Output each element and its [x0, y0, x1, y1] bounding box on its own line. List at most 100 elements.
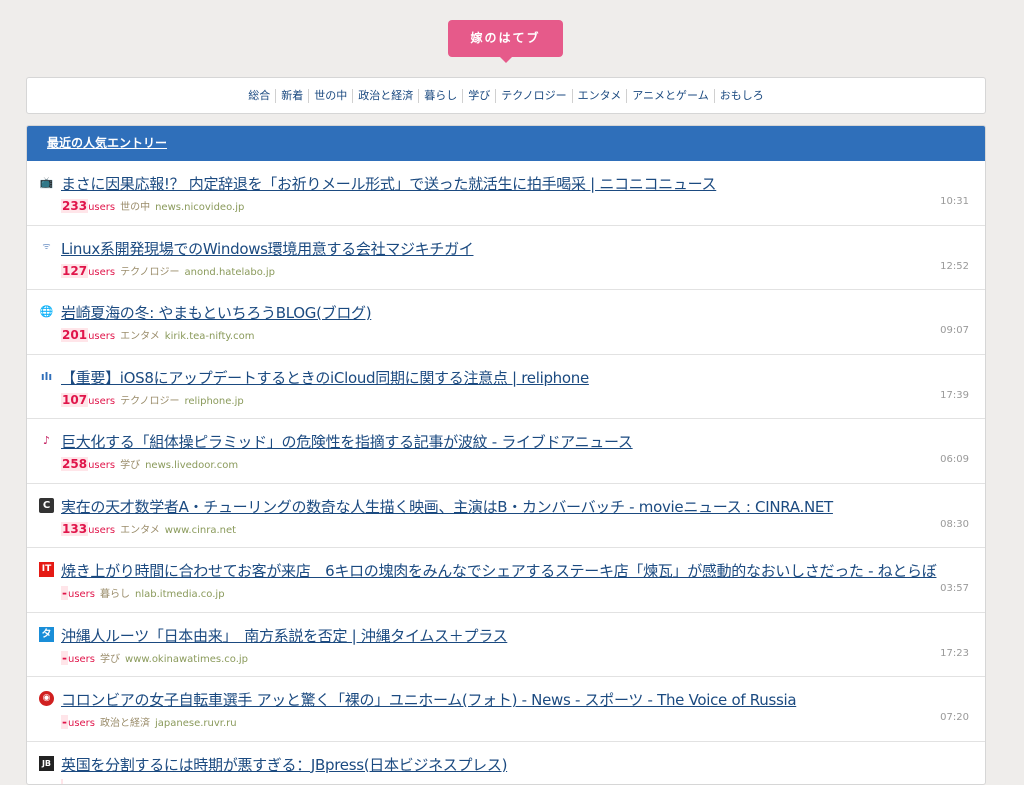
users-count[interactable]: -	[61, 586, 68, 600]
bookmark-users[interactable]: -users	[61, 715, 95, 729]
okinawa-times-icon: タ	[39, 627, 54, 642]
entry-meta: 258users 学び news.livedoor.com	[61, 456, 238, 471]
entry-category[interactable]: 学び	[100, 650, 120, 665]
entry-meta: 107users テクノロジー reliphone.jp	[61, 392, 244, 407]
users-count[interactable]: -	[61, 651, 68, 665]
entry-domain[interactable]: news.nicovideo.jp	[155, 202, 244, 213]
entry-title-link[interactable]: 実在の天才数学者A・チューリングの数奇な人生描く映画、主演はB・カンバーバッチ …	[61, 496, 945, 517]
entry-time: 12:52	[940, 261, 969, 272]
entry-meta: -users 政治と経済 japanese.ruvr.ru	[61, 714, 237, 729]
users-count[interactable]: 133	[61, 522, 88, 536]
users-count[interactable]: 233	[61, 199, 88, 213]
users-count[interactable]: 201	[61, 328, 88, 342]
panel-title[interactable]: 最近の人気エントリー	[47, 136, 167, 150]
popular-entries-panel: 最近の人気エントリー 📺 まさに因果応報!？ 内定辞退を「お祈りメール形式」で送っ…	[26, 125, 986, 785]
entry-domain[interactable]: www.cinra.net	[165, 525, 236, 536]
users-count[interactable]: 107	[61, 393, 88, 407]
entry-category[interactable]: 政治と経済	[100, 714, 150, 729]
entry-title-link[interactable]: 【重要】iOS8にアップデートするときのiCloud同期に関する注意点 | re…	[61, 367, 945, 388]
entry-title-link[interactable]: コロンビアの女子自転車選手 アッと驚く「裸の」ユニホーム(フォト) - News…	[61, 689, 945, 710]
entry-row: IT焼き上がり時間に合わせてお客が来店 6キロの塊肉をみんなでシェアするステーキ…	[27, 548, 985, 613]
bookmark-users[interactable]: 258users	[61, 457, 115, 471]
users-label: users	[68, 654, 95, 665]
category-nav: 総合新着世の中政治と経済暮らし学びテクノロジーエンタメアニメとゲームおもしろ	[26, 77, 986, 114]
nav-item[interactable]: 世の中	[308, 89, 352, 103]
entry-time: 10:31	[940, 196, 969, 207]
voice-of-russia-icon: ◉	[39, 691, 54, 706]
nav-item[interactable]: テクノロジー	[495, 89, 571, 103]
entry-list: 📺 まさに因果応報!？ 内定辞退を「お祈りメール形式」で送った就活生に拍手喝采 |…	[27, 161, 985, 785]
bookmark-users[interactable]	[61, 779, 63, 785]
entry-meta: 127users テクノロジー anond.hatelabo.jp	[61, 263, 275, 278]
bookmark-users[interactable]: 127users	[61, 264, 115, 278]
nav-item[interactable]: 暮らし	[418, 89, 462, 103]
entry-meta: 233users 世の中 news.nicovideo.jp	[61, 198, 244, 213]
panel-header: 最近の人気エントリー	[27, 126, 985, 161]
nav-item[interactable]: アニメとゲーム	[626, 89, 713, 103]
entry-row: C実在の天才数学者A・チューリングの数奇な人生描く映画、主演はB・カンバーバッチ…	[27, 484, 985, 549]
entry-title-link[interactable]: まさに因果応報!？ 内定辞退を「お祈りメール形式」で送った就活生に拍手喝采 | …	[61, 173, 945, 194]
globe-icon: 🌐	[39, 304, 54, 319]
users-count[interactable]: 258	[61, 457, 88, 471]
nav-item[interactable]: エンタメ	[572, 89, 627, 103]
jbpress-icon: JB	[39, 756, 54, 771]
entry-row: ◉ コロンビアの女子自転車選手 アッと驚く「裸の」ユニホーム(フォト) - New…	[27, 677, 985, 742]
entry-row: 🌐 岩崎夏海の冬: やまもといちろうBLOG(ブログ) 201users エンタメ ki…	[27, 290, 985, 355]
entry-title-link[interactable]: 岩崎夏海の冬: やまもといちろうBLOG(ブログ)	[61, 302, 945, 323]
entry-domain[interactable]: news.livedoor.com	[145, 460, 238, 471]
users-label: users	[88, 396, 115, 407]
bookmark-users[interactable]: 133users	[61, 522, 115, 536]
entry-category[interactable]: エンタメ	[120, 327, 160, 342]
entry-domain[interactable]: nlab.itmedia.co.jp	[135, 589, 225, 600]
tv-icon: 📺	[39, 175, 54, 190]
users-label: users	[68, 589, 95, 600]
entry-time: 17:23	[940, 648, 969, 659]
bookmark-users[interactable]: 107users	[61, 393, 115, 407]
entry-category[interactable]: テクノロジー	[120, 263, 179, 278]
entry-category[interactable]: テクノロジー	[120, 392, 179, 407]
entry-category[interactable]: 学び	[120, 456, 140, 471]
entry-time: 09:07	[940, 325, 969, 336]
music-note-icon: ♪	[39, 433, 54, 448]
site-logo-text[interactable]: 嫁のはてブ	[448, 20, 563, 57]
entry-time: 08:30	[940, 519, 969, 530]
entry-title-link[interactable]: 巨大化する「組体操ピラミッド」の危険性を指摘する記事が波紋 - ライブドアニュー…	[61, 431, 945, 452]
nav-item[interactable]: おもしろ	[714, 89, 769, 103]
entry-title-link[interactable]: Linux系開発現場でのWindows環境用意する会社マジキチガイ	[61, 238, 945, 259]
entry-title-link[interactable]: 沖縄人ルーツ「日本由来」 南方系説を否定 | 沖縄タイムス＋プラス	[61, 625, 945, 646]
site-logo[interactable]: 嫁のはてブ	[448, 20, 563, 57]
users-count[interactable]: 127	[61, 264, 88, 278]
entry-row: JB 英国を分割するには時期が悪すぎる：JBpress(日本ビジネスプレス)	[27, 742, 985, 785]
nav-item[interactable]: 総合	[243, 89, 275, 103]
waveform-icon: ılı	[39, 369, 54, 384]
users-label: users	[88, 525, 115, 536]
users-label: users	[68, 718, 95, 729]
nav-item[interactable]: 政治と経済	[352, 89, 418, 103]
entry-category[interactable]: 世の中	[120, 198, 150, 213]
entry-title-link[interactable]: 英国を分割するには時期が悪すぎる：JBpress(日本ビジネスプレス)	[61, 754, 945, 775]
entry-category[interactable]: 暮らし	[100, 585, 130, 600]
entry-meta: -users 学び www.okinawatimes.co.jp	[61, 650, 248, 665]
entry-meta: 201users エンタメ kirik.tea-nifty.com	[61, 327, 254, 342]
entry-domain[interactable]: japanese.ruvr.ru	[155, 718, 237, 729]
nav-item[interactable]: 学び	[462, 89, 495, 103]
entry-meta: -users 暮らし nlab.itmedia.co.jp	[61, 585, 225, 600]
entry-domain[interactable]: www.okinawatimes.co.jp	[125, 654, 248, 665]
entry-title-link[interactable]: 焼き上がり時間に合わせてお客が来店 6キロの塊肉をみんなでシェアするステーキ店「…	[61, 560, 945, 581]
bookmark-users[interactable]: -users	[61, 651, 95, 665]
bookmark-users[interactable]: -users	[61, 586, 95, 600]
users-label: users	[88, 460, 115, 471]
entry-domain[interactable]: reliphone.jp	[185, 396, 244, 407]
bookmark-users[interactable]: 201users	[61, 328, 115, 342]
users-count[interactable]: -	[61, 715, 68, 729]
users-count[interactable]	[61, 779, 63, 785]
entry-category[interactable]: エンタメ	[120, 521, 160, 536]
nav-item[interactable]: 新着	[275, 89, 308, 103]
entry-domain[interactable]: kirik.tea-nifty.com	[165, 331, 255, 342]
entry-domain[interactable]: anond.hatelabo.jp	[185, 267, 276, 278]
logo-pointer	[499, 56, 513, 63]
entry-time: 06:09	[940, 454, 969, 465]
users-label: users	[88, 331, 115, 342]
entry-time: 03:57	[940, 583, 969, 594]
bookmark-users[interactable]: 233users	[61, 199, 115, 213]
